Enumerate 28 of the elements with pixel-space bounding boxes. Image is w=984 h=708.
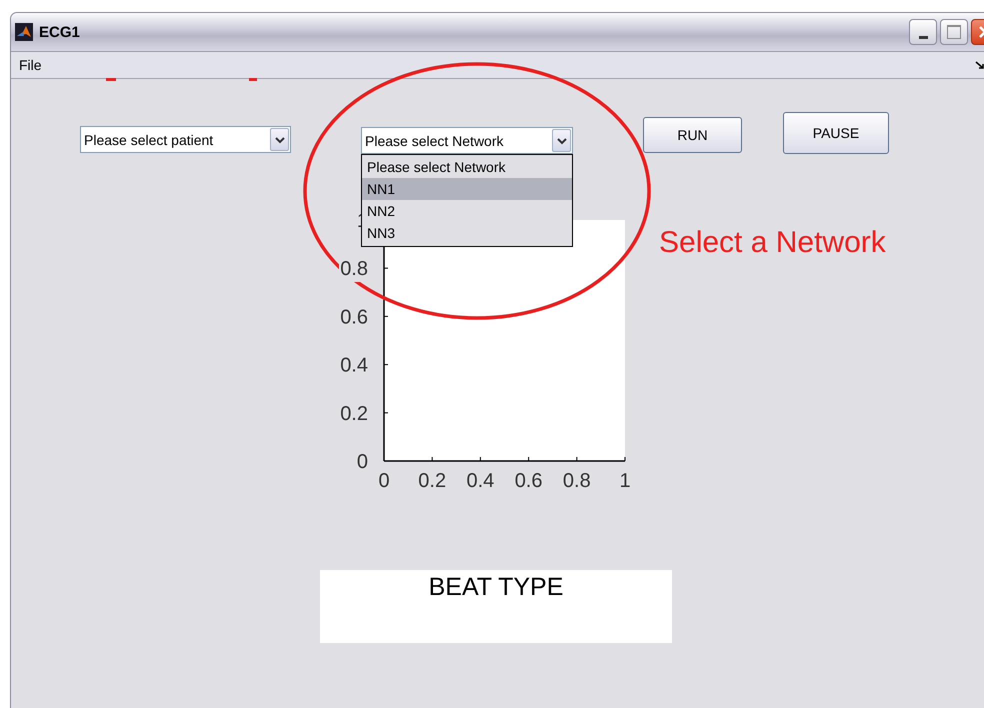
y-tick-label: 0.8 xyxy=(340,258,368,280)
app-logo-icon xyxy=(15,23,33,41)
y-tick-label: 0.4 xyxy=(340,354,368,377)
network-select[interactable]: Please select Network xyxy=(361,127,573,154)
menu-item[interactable]: File xyxy=(19,57,42,73)
x-tick-label: 0 xyxy=(378,470,390,492)
run-button[interactable]: RUN xyxy=(643,117,742,153)
dropdown-option[interactable]: NN3 xyxy=(362,222,572,244)
y-tick-label: 0.6 xyxy=(340,306,368,328)
patient-select[interactable]: Please select patient xyxy=(80,126,291,153)
dropdown-option[interactable]: NN1 xyxy=(362,178,572,200)
x-tick-label: 1 xyxy=(619,470,631,492)
dropdown-option[interactable]: Please select Network xyxy=(362,156,572,178)
annotation-text: Select a Network xyxy=(659,226,886,260)
minimize-button[interactable] xyxy=(909,19,937,45)
x-tick-label: 0.8 xyxy=(562,470,591,492)
x-tick-label: 0.2 xyxy=(418,470,446,492)
dropdown-option[interactable]: NN2 xyxy=(362,200,572,222)
caret-icon xyxy=(556,136,566,144)
window-title: ECG1 xyxy=(39,24,80,40)
y-tick-label: 0.2 xyxy=(340,402,368,425)
x-tick-label: 0.4 xyxy=(466,470,494,492)
arrow-icon[interactable] xyxy=(975,60,984,70)
pause-button[interactable]: PAUSE xyxy=(783,112,889,154)
beat-type-label: BEAT TYPE xyxy=(428,573,564,602)
y-tick-label: 0 xyxy=(356,451,368,473)
x-tick-label: 0.6 xyxy=(514,470,542,492)
caret-icon xyxy=(274,136,284,144)
